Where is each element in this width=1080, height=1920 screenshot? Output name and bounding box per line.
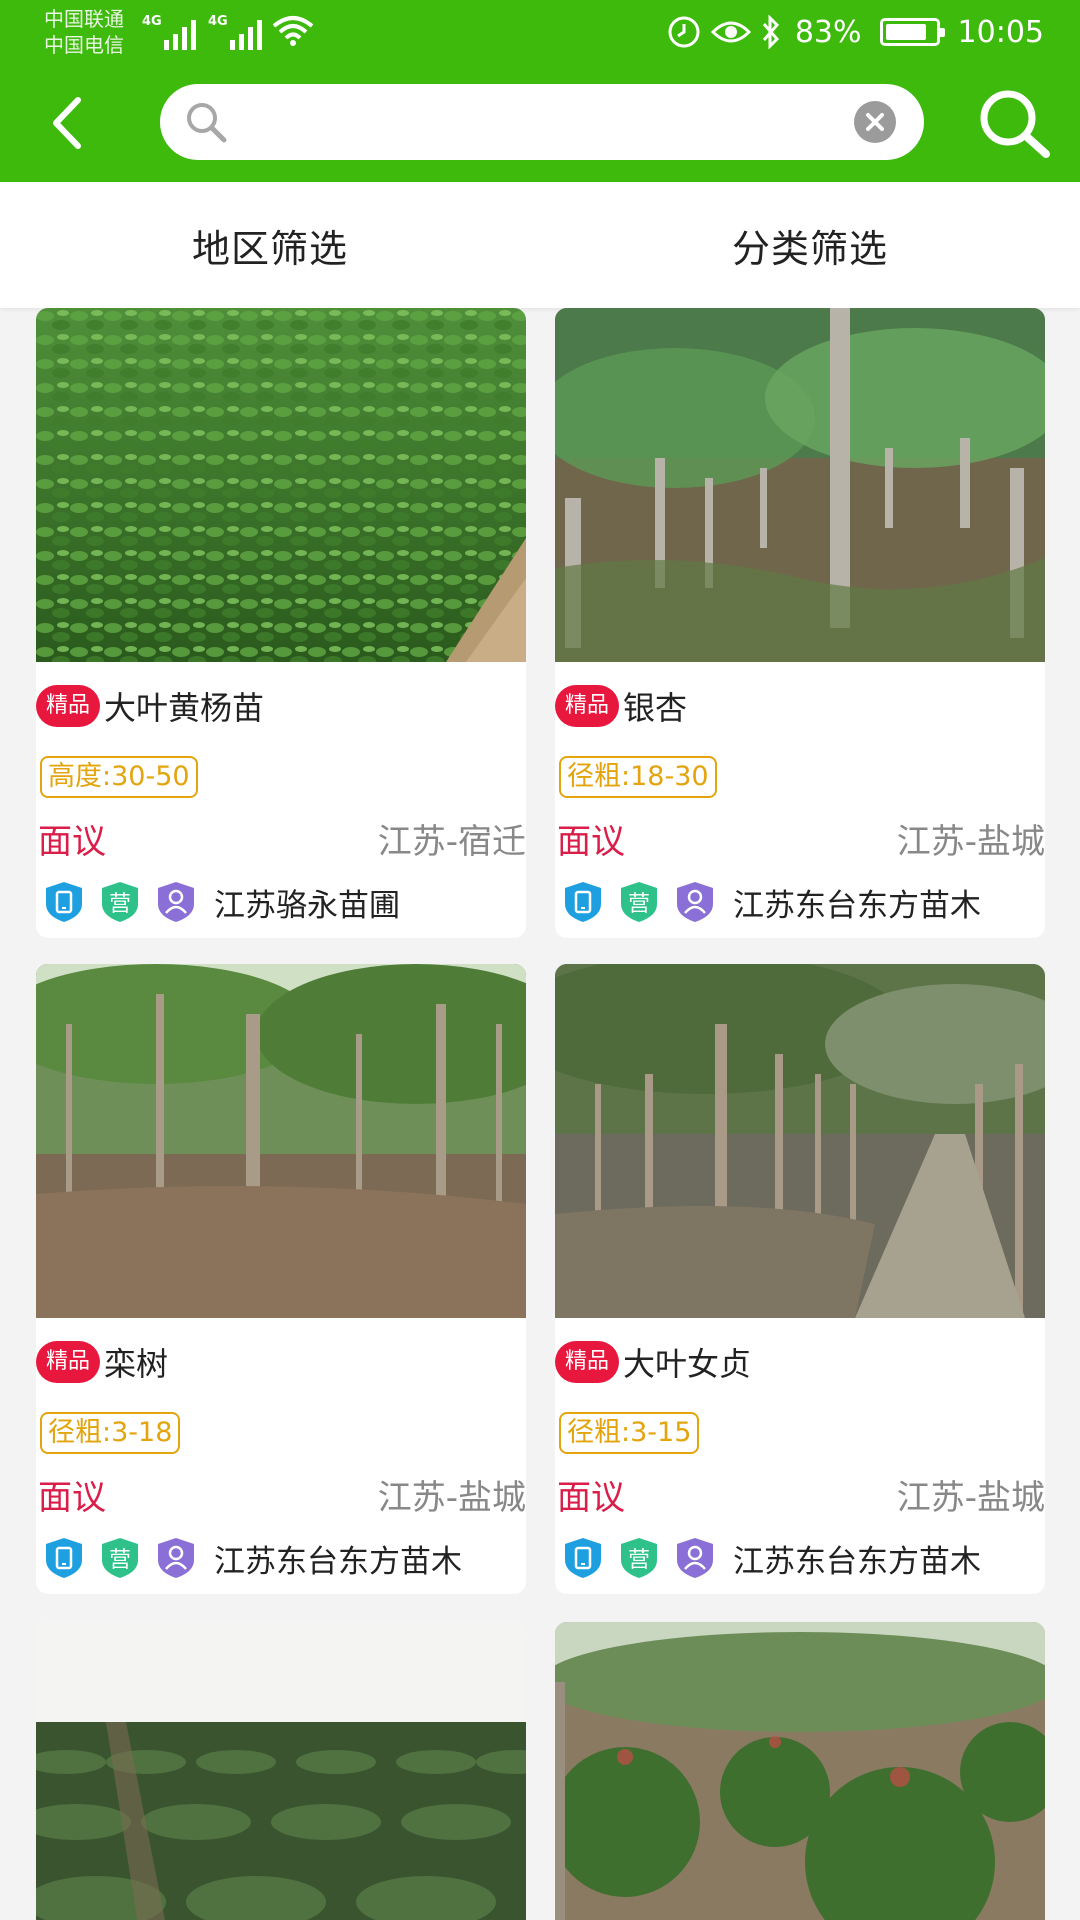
product-location: 江苏-宿迁 bbox=[377, 822, 526, 862]
product-image bbox=[555, 964, 1045, 1318]
tab-category-filter[interactable]: 分类筛选 bbox=[540, 182, 1080, 308]
seller-name[interactable]: 江苏骆永苗圃 bbox=[214, 880, 400, 925]
product-name: 栾树 bbox=[104, 1345, 169, 1383]
shop-icon: 营 bbox=[100, 1536, 140, 1580]
shop-icon: 营 bbox=[100, 880, 140, 924]
premium-badge: 精品 bbox=[555, 685, 620, 727]
back-button[interactable] bbox=[44, 94, 92, 152]
product-name: 大叶女贞 bbox=[623, 1345, 752, 1383]
network-type-1: 4G bbox=[142, 14, 162, 29]
search-button[interactable] bbox=[974, 86, 1054, 162]
clear-icon bbox=[866, 113, 884, 131]
product-price: 面议 bbox=[38, 1478, 106, 1518]
product-price: 面议 bbox=[38, 822, 106, 862]
product-title-row: 精品 栾树 bbox=[36, 1338, 168, 1386]
search-bar bbox=[0, 84, 1080, 162]
seller-row: 营 江苏东台东方苗木 bbox=[44, 1534, 462, 1582]
premium-badge: 精品 bbox=[555, 1341, 620, 1383]
tab-region-filter[interactable]: 地区筛选 bbox=[0, 182, 540, 308]
shop-icon: 营 bbox=[619, 880, 659, 924]
product-image bbox=[36, 964, 526, 1318]
shop-icon: 营 bbox=[619, 1536, 659, 1580]
product-location: 江苏-盐城 bbox=[896, 1478, 1045, 1518]
user-verified-icon bbox=[156, 880, 196, 924]
wifi-icon bbox=[272, 16, 314, 46]
search-icon bbox=[980, 90, 1050, 158]
shop-icon-label: 营 bbox=[108, 1548, 131, 1573]
seller-row: 营 江苏东台东方苗木 bbox=[563, 1534, 981, 1582]
seller-name[interactable]: 江苏东台东方苗木 bbox=[214, 1536, 462, 1581]
product-spec-tag: 径粗:3-18 bbox=[40, 1412, 181, 1454]
user-verified-icon bbox=[675, 880, 715, 924]
product-card[interactable] bbox=[36, 1622, 526, 1920]
seller-row: 营 江苏骆永苗圃 bbox=[44, 878, 400, 926]
carrier-info: 中国联通 中国电信 bbox=[44, 6, 124, 58]
seller-name[interactable]: 江苏东台东方苗木 bbox=[733, 1536, 981, 1581]
product-card[interactable]: 精品 大叶黄杨苗 高度:30-50 面议 江苏-宿迁 营 江苏骆永苗圃 bbox=[36, 308, 526, 938]
product-spec-tag: 径粗:18-30 bbox=[559, 756, 717, 798]
product-title-row: 精品 大叶黄杨苗 bbox=[36, 682, 264, 730]
user-verified-icon bbox=[675, 1536, 715, 1580]
seller-row: 营 江苏东台东方苗木 bbox=[563, 878, 981, 926]
bluetooth-icon bbox=[762, 15, 779, 49]
status-right: 83% 10:05 bbox=[667, 10, 1044, 54]
search-input[interactable] bbox=[240, 98, 800, 146]
alarm-icon bbox=[668, 16, 700, 48]
clock: 10:05 bbox=[957, 14, 1044, 50]
phone-verified-icon bbox=[44, 1536, 84, 1580]
filter-bar: 地区筛选 分类筛选 bbox=[0, 182, 1080, 308]
product-image bbox=[36, 308, 526, 662]
search-box[interactable] bbox=[160, 84, 924, 160]
premium-badge: 精品 bbox=[36, 1341, 101, 1383]
user-verified-icon bbox=[156, 1536, 196, 1580]
product-title-row: 精品 大叶女贞 bbox=[555, 1338, 751, 1386]
product-spec-tag: 径粗:3-15 bbox=[559, 1412, 700, 1454]
search-icon bbox=[187, 103, 227, 143]
back-arrow-icon bbox=[53, 97, 81, 149]
product-name: 银杏 bbox=[623, 689, 688, 727]
product-image bbox=[36, 1622, 526, 1920]
product-name: 大叶黄杨苗 bbox=[104, 689, 265, 727]
product-location: 江苏-盐城 bbox=[377, 1478, 526, 1518]
product-card[interactable]: 精品 栾树 径粗:3-18 面议 江苏-盐城 营 江苏东台东方苗木 bbox=[36, 964, 526, 1594]
product-card[interactable] bbox=[555, 1622, 1045, 1920]
product-image bbox=[555, 1622, 1045, 1920]
phone-verified-icon bbox=[44, 880, 84, 924]
eye-comfort-icon bbox=[710, 21, 751, 43]
carrier-1: 中国联通 bbox=[44, 7, 124, 31]
shop-icon-label: 营 bbox=[627, 892, 650, 917]
product-grid: 精品 大叶黄杨苗 高度:30-50 面议 江苏-宿迁 营 江苏骆永苗圃 精品 银… bbox=[0, 308, 1080, 1920]
seller-name[interactable]: 江苏东台东方苗木 bbox=[733, 880, 981, 925]
phone-verified-icon bbox=[563, 880, 603, 924]
product-price: 面议 bbox=[557, 1478, 625, 1518]
app-header: 中国联通 中国电信 4G 4G 83% 10:05 bbox=[0, 0, 1080, 182]
premium-badge: 精品 bbox=[36, 685, 101, 727]
battery-percent: 83% bbox=[794, 14, 862, 50]
product-price: 面议 bbox=[557, 822, 625, 862]
network-type-2: 4G bbox=[208, 14, 228, 29]
carrier-2: 中国电信 bbox=[44, 33, 124, 57]
shop-icon-label: 营 bbox=[108, 892, 131, 917]
product-card[interactable]: 精品 大叶女贞 径粗:3-15 面议 江苏-盐城 营 江苏东台东方苗木 bbox=[555, 964, 1045, 1594]
phone-verified-icon bbox=[563, 1536, 603, 1580]
product-spec-tag: 高度:30-50 bbox=[40, 756, 198, 798]
product-location: 江苏-盐城 bbox=[896, 822, 1045, 862]
product-card[interactable]: 精品 银杏 径粗:18-30 面议 江苏-盐城 营 江苏东台东方苗木 bbox=[555, 308, 1045, 938]
status-bar: 中国联通 中国电信 4G 4G 83% 10:05 bbox=[0, 0, 1080, 64]
clear-button[interactable] bbox=[854, 101, 896, 143]
shop-icon-label: 营 bbox=[627, 1548, 650, 1573]
product-title-row: 精品 银杏 bbox=[555, 682, 687, 730]
battery-icon bbox=[879, 18, 945, 46]
product-image bbox=[555, 308, 1045, 662]
